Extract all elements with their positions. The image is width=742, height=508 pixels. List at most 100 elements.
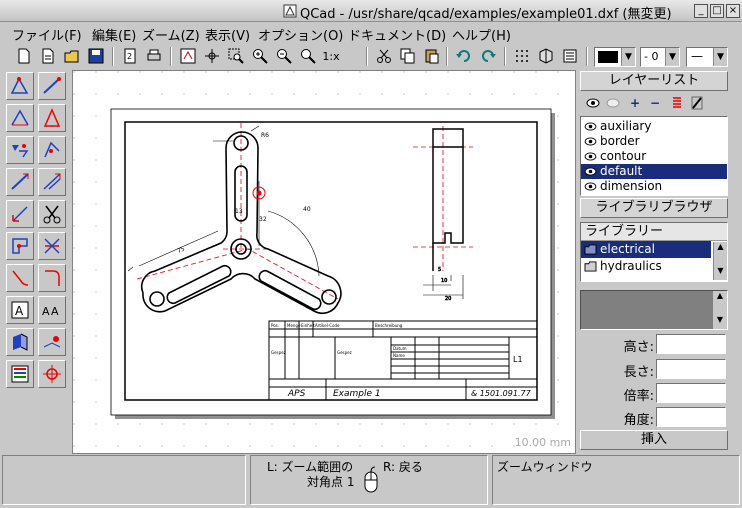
block-icon <box>13 333 28 351</box>
library-scrollbar[interactable]: ▲ ▼ <box>713 242 727 280</box>
line-width-combo[interactable]: - 0 ▼ <box>640 47 680 67</box>
tool-round[interactable] <box>6 264 34 292</box>
close-button[interactable]: × <box>726 4 740 18</box>
library-browser-header: ライブラリブラウザ <box>580 198 728 218</box>
menu-options[interactable]: オプション(O) <box>258 25 343 44</box>
cut-icon[interactable] <box>374 46 394 66</box>
save-icon[interactable] <box>86 46 106 66</box>
print-preview-icon[interactable]: 2 <box>120 46 140 66</box>
zoom-one-button[interactable]: 1:x <box>318 46 344 66</box>
library-tree[interactable]: ライブラリー electrical hydraulics ▲ ▼ <box>580 222 728 282</box>
zoom-in-icon[interactable] <box>250 46 270 66</box>
angle-input[interactable] <box>656 407 726 427</box>
copy-icon[interactable] <box>398 46 418 66</box>
library-item[interactable]: hydraulics <box>581 258 727 275</box>
scroll-down-icon[interactable]: ▼ <box>714 266 727 278</box>
svg-text:13: 13 <box>235 208 243 215</box>
open-folder-icon[interactable] <box>62 46 82 66</box>
folder-icon <box>584 244 597 255</box>
print-icon[interactable] <box>144 46 164 66</box>
layer-item[interactable]: contour <box>581 149 727 164</box>
tool-bevel[interactable] <box>38 264 66 292</box>
maximize-button[interactable]: □ <box>710 4 724 18</box>
status-bar: L: ズーム範囲の 対角点 1 R: 戻る ズームウィンドウ <box>0 455 742 508</box>
svg-text:10: 10 <box>441 278 447 284</box>
grid-toggle-icon[interactable] <box>512 46 532 66</box>
tool-lines[interactable] <box>38 72 66 100</box>
remove-layer-icon[interactable]: − <box>646 94 664 112</box>
angle-label: 角度: <box>623 413 654 428</box>
tool-block[interactable] <box>6 328 34 356</box>
tool-dimensions[interactable] <box>6 200 34 228</box>
hide-all-layers-icon[interactable] <box>604 94 622 112</box>
height-input[interactable] <box>656 334 726 354</box>
image-icon <box>43 336 61 348</box>
menu-help[interactable]: ヘルプ(H) <box>452 25 511 44</box>
redo-icon[interactable] <box>478 46 498 66</box>
color-swatch <box>598 51 618 63</box>
show-all-layers-icon[interactable] <box>584 94 602 112</box>
line-type-combo[interactable]: — ▼ <box>686 47 728 67</box>
tool-layers[interactable] <box>6 360 34 388</box>
svg-text:40: 40 <box>303 206 311 213</box>
library-icon[interactable] <box>560 46 580 66</box>
menu-document[interactable]: ドキュメント(D) <box>348 25 446 44</box>
layer-settings-icon[interactable] <box>688 94 706 112</box>
tool-text[interactable] <box>38 168 66 196</box>
tool-hatch[interactable] <box>6 232 34 260</box>
redraw-icon[interactable] <box>178 46 198 66</box>
tool-image[interactable] <box>38 328 66 356</box>
scroll-down-icon[interactable]: ▼ <box>713 315 727 327</box>
library-item-selected[interactable]: electrical <box>581 241 711 258</box>
auto-zoom-icon[interactable] <box>202 46 222 66</box>
lines-icon <box>43 77 61 94</box>
mouse-icon <box>364 466 378 493</box>
scroll-up-icon[interactable]: ▲ <box>714 242 727 254</box>
add-layer-icon[interactable]: + <box>626 94 644 112</box>
new-file-icon[interactable] <box>14 46 34 66</box>
tool-snap[interactable] <box>38 360 66 388</box>
layer-item-selected[interactable]: default <box>581 164 727 179</box>
svg-text:20: 20 <box>445 296 451 302</box>
tool-circles[interactable] <box>38 104 66 132</box>
new-template-icon[interactable] <box>38 46 58 66</box>
paste-icon[interactable] <box>422 46 442 66</box>
scale-input[interactable] <box>656 383 726 403</box>
layer-item[interactable]: auxiliary <box>581 119 727 134</box>
zoom-previous-icon[interactable] <box>298 46 318 66</box>
tool-points[interactable] <box>6 72 34 100</box>
drawing-canvas[interactable]: R6 40 75 13 32 5 10 20 Pos. Menge Einhei… <box>72 70 576 454</box>
menu-view[interactable]: 表示(V) <box>205 25 250 44</box>
tool-polylines[interactable] <box>38 136 66 164</box>
layer-item[interactable]: border <box>581 134 727 149</box>
height-label: 高さ: <box>623 340 654 355</box>
undo-icon[interactable] <box>454 46 474 66</box>
minimize-button[interactable]: _ <box>694 4 708 18</box>
length-input[interactable] <box>656 359 726 379</box>
tool-ellipses[interactable] <box>6 136 34 164</box>
menu-edit[interactable]: 編集(E) <box>92 25 136 44</box>
scroll-up-icon[interactable]: ▲ <box>713 291 727 303</box>
tool-arcs[interactable] <box>6 104 34 132</box>
tool-splines[interactable] <box>6 168 34 196</box>
tool-text-edit[interactable]: AA <box>38 296 66 324</box>
mouse-right-hint: R: 戻る <box>383 460 423 474</box>
menu-zoom[interactable]: ズーム(Z) <box>142 25 200 44</box>
tool-trim[interactable] <box>38 232 66 260</box>
zoom-window-icon[interactable] <box>226 46 246 66</box>
layer-list[interactable]: auxiliary border contour default dimensi… <box>580 116 728 196</box>
scale-label: 倍率: <box>623 389 654 404</box>
tool-scissors[interactable] <box>38 200 66 228</box>
svg-text:R6: R6 <box>261 132 269 139</box>
edit-layer-icon[interactable] <box>668 94 686 112</box>
mouse-left-hint-line2: 対角点 1 <box>307 475 355 489</box>
insert-button[interactable]: 挿入 <box>580 430 728 450</box>
block-list-icon[interactable] <box>536 46 556 66</box>
tool-text-insert[interactable]: A <box>6 296 34 324</box>
color-combo[interactable]: ▼ <box>594 47 636 67</box>
dimensions-icon <box>12 206 28 222</box>
zoom-out-icon[interactable] <box>274 46 294 66</box>
preview-scrollbar[interactable]: ▲ ▼ <box>713 291 727 329</box>
layer-item[interactable]: dimension <box>581 179 727 194</box>
menu-file[interactable]: ファイル(F) <box>12 25 82 44</box>
